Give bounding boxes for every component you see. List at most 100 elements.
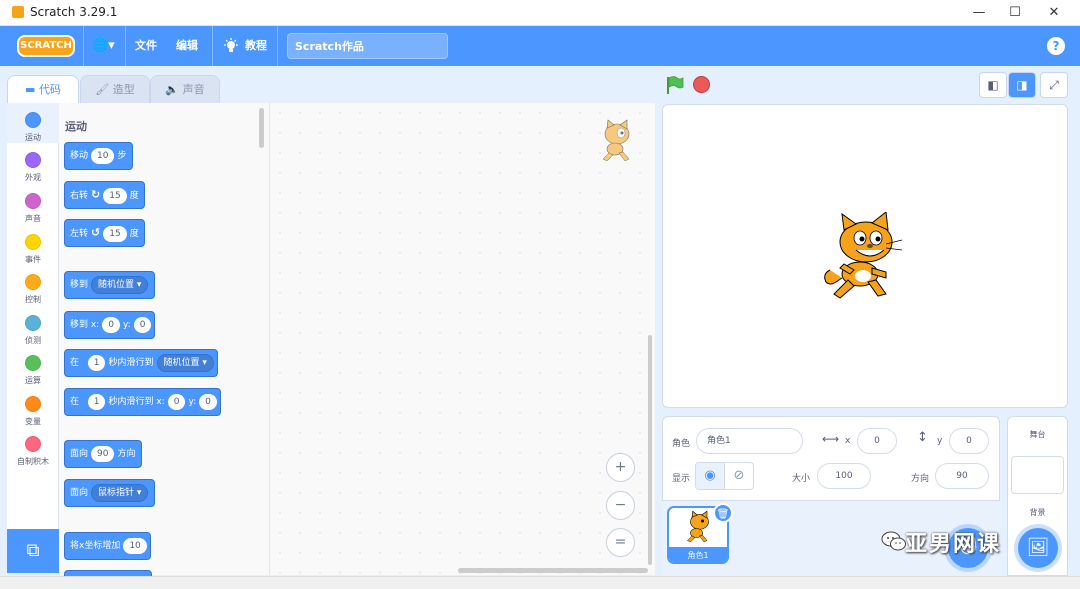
sprite-name-label: 角色 xyxy=(672,439,691,449)
block-text: 移到 xyxy=(70,280,89,290)
tutorials-lightbulb-icon[interactable] xyxy=(223,38,239,54)
green-flag-icon[interactable] xyxy=(664,75,684,95)
menu-divider xyxy=(83,26,84,66)
block-input[interactable]: 15 xyxy=(103,225,127,242)
script-horizontal-scrollbar[interactable] xyxy=(458,568,648,573)
block-glide-xy[interactable]: 在 1 秒内滑行到 x: 0 y: 0 xyxy=(64,388,221,416)
block-input[interactable]: 1 xyxy=(87,393,106,410)
scratch-logo[interactable]: SCRATCH xyxy=(17,35,75,57)
code-tab-icon: ▬ xyxy=(25,83,39,96)
small-stage-icon[interactable]: ◧ xyxy=(979,72,1007,98)
menu-divider xyxy=(277,26,278,66)
zoom-out-icon[interactable]: − xyxy=(606,491,635,520)
y-arrows-icon: ↕ xyxy=(917,430,928,445)
block-turn-left[interactable]: 左转 ↺ 15 度 xyxy=(64,219,146,247)
block-dropdown[interactable]: 鼠标指针 ▾ xyxy=(91,483,149,502)
block-text: 面向 xyxy=(70,488,89,498)
category-label: 自制积木 xyxy=(17,457,49,466)
x-field[interactable]: 0 xyxy=(857,428,897,454)
category-sensing[interactable]: 侦测 xyxy=(7,311,59,351)
block-text: 步 xyxy=(117,151,127,161)
sprite-name-field[interactable]: 角色1 xyxy=(696,428,803,454)
block-goto[interactable]: 移到 随机位置 ▾ xyxy=(64,271,156,299)
block-dropdown[interactable]: 随机位置 ▾ xyxy=(91,275,149,294)
project-title-input[interactable]: Scratch作品 xyxy=(287,33,448,59)
hide-eye-slash-icon[interactable]: ⊘ xyxy=(724,462,754,490)
stage-thumbnail[interactable] xyxy=(1011,456,1064,494)
size-field[interactable]: 100 xyxy=(817,463,871,489)
category-looks[interactable]: 外观 xyxy=(7,148,59,188)
zoom-reset-icon[interactable]: = xyxy=(606,528,635,557)
tab-costumes[interactable]: 🖌 造型 xyxy=(80,75,150,103)
block-input[interactable]: 15 xyxy=(103,187,127,204)
script-vertical-scrollbar[interactable] xyxy=(648,335,652,565)
block-point-direction[interactable]: 面向 90 方向 xyxy=(64,440,143,468)
tab-costumes-label: 造型 xyxy=(112,83,135,96)
block-turn-right[interactable]: 右转 ↻ 15 度 xyxy=(64,181,146,209)
block-input[interactable]: 10 xyxy=(123,537,147,554)
block-move-steps[interactable]: 移动 10 步 xyxy=(64,142,134,170)
watermark-text: 亚男网课 xyxy=(905,532,1002,557)
block-input[interactable]: 0 xyxy=(133,316,152,333)
block-text: 在 xyxy=(70,358,80,368)
category-dot-icon xyxy=(25,396,41,412)
window-title-bar: Scratch 3.29.1 — ☐ ✕ xyxy=(0,0,1080,26)
show-eye-icon[interactable]: ◉ xyxy=(695,462,725,490)
fullscreen-icon[interactable]: ⤢ xyxy=(1040,72,1068,98)
category-sound[interactable]: 声音 xyxy=(7,189,59,229)
script-area[interactable] xyxy=(270,103,655,575)
menu-file[interactable]: 文件 xyxy=(135,26,157,66)
category-control[interactable]: 控制 xyxy=(7,270,59,310)
category-dot-icon xyxy=(25,112,41,128)
direction-field[interactable]: 90 xyxy=(935,463,989,489)
language-menu-globe-icon[interactable]: 🌐▾ xyxy=(92,26,115,66)
tab-code-label: 代码 xyxy=(38,83,61,96)
direction-label: 方向 xyxy=(911,474,930,484)
category-label: 事件 xyxy=(25,255,41,264)
category-dot-icon xyxy=(25,355,41,371)
block-glide[interactable]: 在 1 秒内滑行到 随机位置 ▾ xyxy=(64,349,218,377)
tab-code[interactable]: ▬ 代码 xyxy=(7,75,79,104)
block-point-towards[interactable]: 面向 鼠标指针 ▾ xyxy=(64,479,156,507)
zoom-in-icon[interactable]: + xyxy=(606,453,635,482)
help-icon[interactable]: ? xyxy=(1047,37,1065,55)
menu-edit[interactable]: 编辑 xyxy=(176,26,198,66)
block-text: 移到 x: xyxy=(70,320,100,330)
block-input[interactable]: 10 xyxy=(91,147,115,164)
block-input[interactable]: 0 xyxy=(102,316,120,333)
tab-sounds[interactable]: 🔈 声音 xyxy=(150,75,220,103)
block-input[interactable]: 1 xyxy=(87,354,106,371)
close-button[interactable]: ✕ xyxy=(1043,3,1065,23)
block-text: 右转 xyxy=(70,191,89,201)
block-change-x[interactable]: 将x坐标增加 10 xyxy=(64,532,151,560)
choose-backdrop-icon[interactable]: 🖼 xyxy=(1018,528,1058,568)
block-input[interactable]: 0 xyxy=(167,393,186,410)
category-label: 运算 xyxy=(25,376,41,385)
stage-selector-header: 舞台 xyxy=(1029,430,1046,439)
palette-heading: 运动 xyxy=(65,120,87,133)
block-goto-xy[interactable]: 移到 x: 0 y: 0 xyxy=(64,311,156,339)
sprite-cat-icon xyxy=(602,119,630,162)
stage-cat-sprite[interactable] xyxy=(820,212,908,304)
x-arrows-icon: ⟷ xyxy=(822,432,840,446)
stop-icon[interactable] xyxy=(693,76,710,93)
category-variables[interactable]: 变量 xyxy=(7,392,59,432)
y-label: y xyxy=(937,436,943,446)
menu-tutorials[interactable]: 教程 xyxy=(245,26,267,66)
category-events[interactable]: 事件 xyxy=(7,230,59,270)
block-input[interactable]: 90 xyxy=(91,445,115,462)
category-label: 控制 xyxy=(25,295,41,304)
block-input[interactable]: 0 xyxy=(199,393,217,410)
category-motion[interactable]: 运动 xyxy=(7,108,59,148)
maximize-button[interactable]: ☐ xyxy=(1004,3,1026,23)
category-my-blocks[interactable]: 自制积木 xyxy=(7,432,59,472)
normal-stage-icon[interactable]: ◨ xyxy=(1008,72,1036,98)
category-operators[interactable]: 运算 xyxy=(7,351,59,391)
add-extension-icon[interactable]: ⧉ xyxy=(7,529,59,573)
y-field[interactable]: 0 xyxy=(949,428,989,454)
minimize-button[interactable]: — xyxy=(968,3,990,23)
block-dropdown[interactable]: 随机位置 ▾ xyxy=(156,353,214,372)
block-text: 左转 xyxy=(70,229,89,239)
delete-sprite-trash-icon[interactable]: 🗑 xyxy=(713,503,733,523)
palette-scrollbar[interactable] xyxy=(259,108,264,148)
